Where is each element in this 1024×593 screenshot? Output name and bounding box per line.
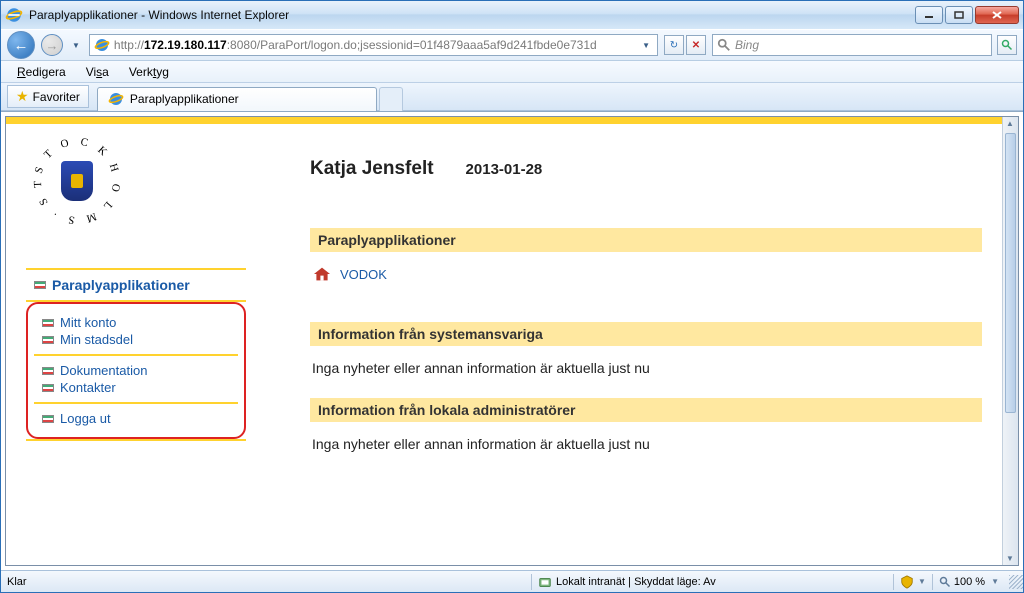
user-name: Katja Jensfelt [310,158,434,180]
search-go-button[interactable] [997,35,1017,55]
page-icon [94,37,110,53]
favorites-button[interactable]: ★ Favoriter [7,85,89,108]
flag-icon [42,367,54,375]
sidebar-nav: Paraplyapplikationer Mitt konto Min stad… [26,268,246,441]
back-button[interactable]: ← [7,31,35,59]
window-title: Paraplyapplikationer - Windows Internet … [29,8,915,22]
stockholm-logo: S T O C K H O L M S · S T A D · [32,136,122,226]
stop-button[interactable]: ✕ [686,35,706,55]
flag-icon [42,415,54,423]
flag-icon [42,384,54,392]
address-bar[interactable]: http://172.19.180.117:8080/ParaPort/logo… [89,34,658,56]
main-column: Katja Jensfelt 2013-01-28 Paraplyapplika… [310,136,982,474]
user-header: Katja Jensfelt 2013-01-28 [310,158,982,180]
flag-icon [42,319,54,327]
close-button[interactable] [975,6,1019,24]
search-go-icon [1001,39,1013,51]
sidebar-item-mitt-konto[interactable]: Mitt konto [42,314,230,331]
command-bar: ★ Favoriter Paraplyapplikationer [1,83,1023,111]
menu-view[interactable]: Visa [78,63,117,81]
flag-icon [34,281,46,289]
star-icon: ★ [16,88,29,105]
search-icon [717,38,731,52]
section-info-system: Information från systemansvariga [310,322,982,346]
window-controls [915,6,1019,24]
url-text: http://172.19.180.117:8080/ParaPort/logo… [114,38,639,52]
status-ready: Klar [1,576,531,588]
refresh-button[interactable]: ↻ [664,35,684,55]
info-system-text: Inga nyheter eller annan information är … [310,360,982,376]
navbar: ← → ▼ http://172.19.180.117:8080/ParaPor… [1,29,1023,61]
menubar: Redigera Visa Verktyg [1,61,1023,83]
menu-tools[interactable]: Verktyg [121,63,177,81]
minimize-button[interactable] [915,6,943,24]
statusbar: Klar Lokalt intranät | Skyddat läge: Av … [1,570,1023,592]
left-column: S T O C K H O L M S · S T A D · Paraplya… [26,136,246,474]
zoom-control[interactable]: 100 % ▼ [933,576,1005,588]
house-icon [312,266,332,282]
app-link-vodok[interactable]: VODOK [312,266,982,282]
tab-strip: Paraplyapplikationer [97,83,403,110]
page-content: S T O C K H O L M S · S T A D · Paraplya… [6,117,1002,565]
sidebar-root[interactable]: Paraplyapplikationer [34,276,238,294]
sidebar-item-logga-ut[interactable]: Logga ut [42,410,230,427]
shield-warn-icon [900,575,914,589]
info-local-text: Inga nyheter eller annan information är … [310,436,982,452]
search-input[interactable]: Bing [712,34,992,56]
ie-icon [5,6,23,24]
titlebar: Paraplyapplikationer - Windows Internet … [1,1,1023,29]
top-accent-bar [6,117,1002,124]
viewport: S T O C K H O L M S · S T A D · Paraplya… [5,116,1019,566]
sidebar-item-kontakter[interactable]: Kontakter [42,379,230,396]
section-info-local: Information från lokala administratörer [310,398,982,422]
status-zone: Lokalt intranät | Skyddat läge: Av [532,575,722,589]
browser-window: Paraplyapplikationer - Windows Internet … [0,0,1024,593]
sidebar-item-min-stadsdel[interactable]: Min stadsdel [42,331,230,348]
vertical-scrollbar[interactable] [1002,117,1018,565]
nav-history-dropdown[interactable]: ▼ [69,41,83,50]
sidebar-highlighted-group: Mitt konto Min stadsdel Dokumentation Ko… [26,302,246,439]
zone-icon [538,575,552,589]
section-paraplyapplikationer: Paraplyapplikationer [310,228,982,252]
page-date: 2013-01-28 [466,161,543,178]
status-protected-mode-icon[interactable]: ▼ [894,575,932,589]
sidebar-item-dokumentation[interactable]: Dokumentation [42,362,230,379]
resize-grip[interactable] [1009,575,1023,589]
tab-favicon [108,91,124,107]
scroll-thumb[interactable] [1005,133,1016,413]
maximize-button[interactable] [945,6,973,24]
tab-active[interactable]: Paraplyapplikationer [97,87,377,111]
zoom-icon [939,576,951,588]
forward-button[interactable]: → [41,34,63,56]
menu-edit[interactable]: Redigera [9,63,74,81]
new-tab-button[interactable] [379,87,403,111]
flag-icon [42,336,54,344]
viewport-wrapper: S T O C K H O L M S · S T A D · Paraplya… [1,111,1023,570]
tab-title: Paraplyapplikationer [130,92,239,106]
url-dropdown[interactable]: ▼ [639,41,653,50]
